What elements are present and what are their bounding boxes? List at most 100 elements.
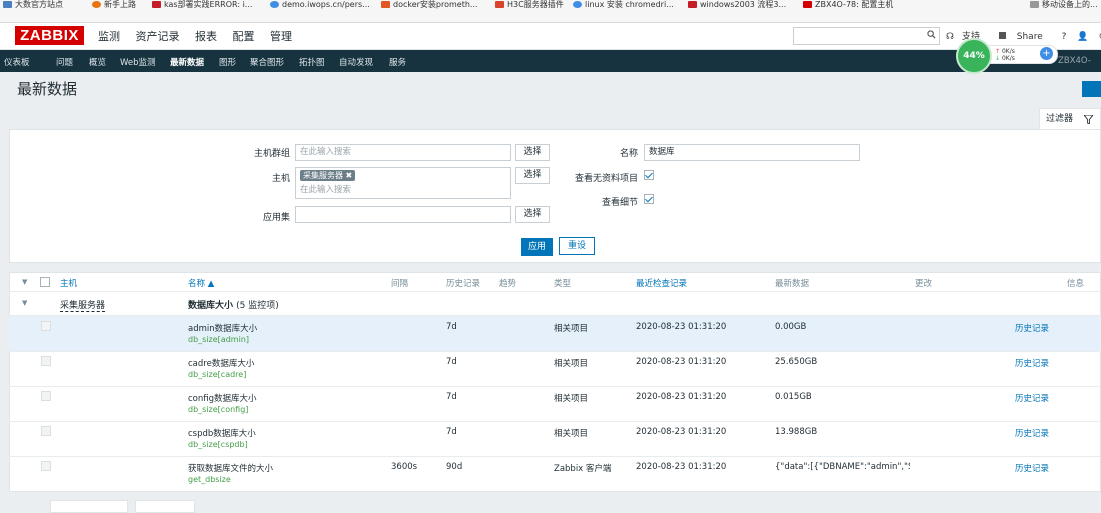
kiosk-mode-button[interactable] [1082,81,1101,97]
collapse-group-icon[interactable]: ▼ [22,299,27,307]
bookmark-item[interactable]: docker安装prometh... [381,0,478,10]
subnav-item-problems[interactable]: 问题 [56,56,73,68]
bookmark-icon [495,1,504,8]
row-checkbox[interactable] [41,321,51,331]
subnav-item-web[interactable]: Web监测 [120,56,156,68]
bookmark-item[interactable]: windows2003 流程3... [688,0,786,10]
host-select-button[interactable]: 选择 [515,167,550,184]
sub-navigation: 仪表板 问题 概览 Web监测 最新数据 图形 聚合图形 拓扑图 自动发现 服务… [0,50,1101,72]
item-history: 90d [446,462,463,472]
group-host-name[interactable]: 采集服务器 [60,298,106,312]
network-speed-widget[interactable]: ↑ 0K/s ↓ 0K/s 44% + [956,38,1068,74]
bookmark-item[interactable]: demo.iwops.cn/pers... [270,0,370,10]
subnav-item-services[interactable]: 服务 [389,56,406,68]
item-type: 相关项目 [554,359,589,369]
remove-tag-icon[interactable]: ✖ [346,171,353,180]
row-checkbox[interactable] [41,391,51,401]
apply-button[interactable]: 应用 [521,238,553,256]
show-no-data-checkbox[interactable] [644,170,654,180]
subnav-item-screens[interactable]: 聚合图形 [250,56,284,68]
menu-item-administration[interactable]: 管理 [270,30,292,43]
item-type: 相关项目 [554,324,589,334]
column-trends: 趋势 [499,279,517,289]
name-label: 名称 [619,149,638,159]
column-name[interactable]: 名称 ▲ [188,277,214,289]
item-last-check: 2020-08-23 01:31:20 [636,322,727,332]
bookmark-item[interactable]: 移动设备上的... [1030,0,1098,10]
memory-percent: 44% [956,38,992,74]
bookmark-icon [3,1,12,8]
select-all-checkbox[interactable] [40,277,50,287]
history-link[interactable]: 历史记录 [1015,322,1049,334]
main-menu: 监测 资产记录 报表 配置 管理 [98,28,304,44]
filter-panel [9,129,1101,263]
headset-icon: ☊ [946,32,954,42]
application-select-button[interactable]: 选择 [515,206,550,223]
row-divider [9,421,1101,422]
reset-button[interactable]: 重设 [559,237,595,255]
history-link[interactable]: 历史记录 [1015,427,1049,439]
bookmark-item[interactable]: ZBX4O-78: 配置主机 [803,0,893,10]
bookmarks-bar: 大数官方站点 新手上路 kas部署实践ERROR: i... demo.iwop… [0,0,1101,23]
collapse-all-icon[interactable]: ▼ [22,278,27,286]
item-name: cspdb数据库大小 [188,429,256,439]
menu-item-configuration[interactable]: 配置 [233,30,255,43]
column-interval: 间隔 [391,279,409,289]
item-history: 7d [446,427,457,437]
speed-add-icon[interactable]: + [1040,47,1053,60]
history-link[interactable]: 历史记录 [1015,462,1049,474]
bookmark-icon [573,1,582,8]
menu-item-inventory[interactable]: 资产记录 [136,30,180,43]
item-type: Zabbix 客户端 [554,464,612,474]
user-icon[interactable]: 👤 [1077,32,1088,42]
global-search-input[interactable] [793,27,940,45]
item-name: 获取数据库文件的大小 [188,464,274,474]
page-title: 最新数据 [17,80,78,98]
subnav-item-maps[interactable]: 拓扑图 [299,56,325,68]
item-history: 7d [446,392,457,402]
column-history: 历史记录 [446,279,481,289]
row-checkbox[interactable] [41,461,51,471]
column-host[interactable]: 主机 [60,277,77,289]
menu-item-reports[interactable]: 报表 [195,30,217,43]
bookmark-icon [381,1,390,8]
host-group-input[interactable]: 在此输入搜索 [295,144,511,161]
column-last-check[interactable]: 最近检查记录 [636,277,687,289]
subnav-item-overview[interactable]: 概览 [89,56,106,68]
bookmark-item[interactable]: kas部署实践ERROR: i... [152,0,252,10]
history-link[interactable]: 历史记录 [1015,392,1049,404]
bookmark-icon [1030,1,1039,8]
application-input[interactable] [295,206,511,223]
item-type: 相关项目 [554,429,589,439]
history-link[interactable]: 历史记录 [1015,357,1049,369]
arrow-down-icon: ↓ [995,55,1001,62]
item-key: db_size[cadre] [188,370,247,379]
bookmark-item[interactable]: linux 安装 chromedri... [573,0,674,10]
zabbix-logo[interactable]: ZABBIX [15,26,84,45]
top-navigation: ZABBIX 监测 资产记录 报表 配置 管理 ☊支持 Share ? 👤 ⏻ [0,23,1101,50]
subnav-item-latest-data[interactable]: 最新数据 [170,56,204,68]
show-details-checkbox[interactable] [644,194,654,204]
row-checkbox[interactable] [41,426,51,436]
item-last-check: 2020-08-23 01:31:20 [636,462,727,472]
row-checkbox[interactable] [41,356,51,366]
bookmark-icon [803,1,812,8]
group-title: 数据库大小 (5 监控项) [188,301,279,311]
mass-action-button[interactable] [135,500,195,513]
item-name: admin数据库大小 [188,324,258,334]
bookmark-item[interactable]: H3C服务器插件 [495,0,564,10]
subnav-item-graphs[interactable]: 图形 [219,56,236,68]
bookmark-icon [152,1,161,8]
host-group-label: 主机群组 [253,149,290,159]
search-icon[interactable] [927,30,936,39]
name-input[interactable]: 数据库 [644,144,860,161]
subnav-item-discovery[interactable]: 自动发现 [339,56,373,68]
subnav-item-dashboard[interactable]: 仪表板 [4,56,30,68]
item-last-check: 2020-08-23 01:31:20 [636,392,727,402]
host-group-select-button[interactable]: 选择 [515,144,550,161]
mass-action-button[interactable] [50,500,128,513]
filter-tab[interactable]: 过滤器 [1039,108,1101,129]
menu-item-monitoring[interactable]: 监测 [98,30,120,43]
bookmark-item[interactable]: 新手上路 [92,0,136,10]
bookmark-item[interactable]: 大数官方站点 [3,0,63,10]
